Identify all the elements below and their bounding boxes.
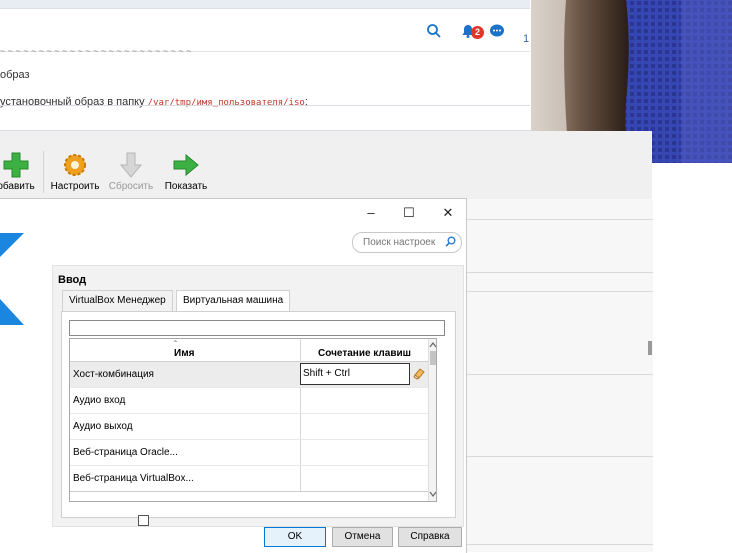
article-line-1: образ	[0, 69, 30, 81]
filter-input[interactable]	[69, 320, 445, 336]
add-button[interactable]: обавить	[0, 151, 38, 192]
settings-search[interactable]	[352, 232, 462, 253]
help-button[interactable]: Справка	[398, 527, 462, 547]
group-title: Ввод	[58, 274, 87, 286]
row-name: Аудио выход	[73, 421, 133, 432]
arrow-right-icon	[172, 151, 200, 179]
vbox-logo-icon	[0, 233, 24, 325]
gear-icon	[61, 151, 89, 179]
toolbar-separator	[43, 151, 44, 193]
column-name[interactable]: Имя	[174, 348, 194, 359]
add-label: обавить	[0, 181, 35, 192]
column-shortcut[interactable]: Сочетание клавиш	[318, 348, 411, 359]
notification-badge: 2	[471, 26, 484, 39]
panel-divider	[467, 272, 653, 273]
table-row[interactable]: Аудио вход	[70, 388, 428, 414]
eraser-icon[interactable]	[413, 367, 426, 383]
article-line-2: установочный образ в папку /var/tmp/имя_…	[0, 96, 308, 108]
panel-divider	[467, 456, 653, 457]
maximize-icon[interactable]: ☐	[398, 203, 420, 223]
scrollbar-thumb[interactable]	[430, 351, 436, 365]
table-scrollbar[interactable]	[428, 339, 437, 501]
tab-virtualbox-manager[interactable]: VirtualBox Менеджер	[62, 290, 173, 311]
table-row[interactable]: Веб-страница Oracle...	[70, 440, 428, 466]
dialog-titlebar[interactable]: – ☐ ✕	[0, 199, 466, 227]
shortcuts-table: ˆ Имя Сочетание клавиш Хост-комбинация А…	[69, 338, 437, 502]
arrow-down-icon	[117, 151, 145, 179]
input-settings-group: Ввод VirtualBox Менеджер Виртуальная маш…	[52, 265, 464, 527]
plus-icon	[2, 151, 30, 179]
shortcut-editor[interactable]: Shift + Ctrl	[300, 363, 410, 385]
search-icon	[445, 236, 456, 250]
panel-divider	[467, 219, 653, 220]
table-row[interactable]: Веб-страница VirtualBox...	[70, 466, 428, 492]
settings-button[interactable]: Настроить	[50, 151, 100, 192]
scrollbar-thumb[interactable]	[648, 341, 652, 355]
cancel-button[interactable]: Отмена	[332, 527, 393, 547]
reset-label: Сбросить	[108, 181, 154, 192]
table-header: ˆ Имя Сочетание клавиш	[70, 339, 436, 362]
settings-label: Настроить	[50, 181, 100, 192]
divider	[0, 105, 530, 106]
reset-button[interactable]: Сбросить	[107, 151, 155, 192]
checkbox[interactable]	[138, 515, 149, 526]
panel-divider	[467, 291, 653, 292]
ok-button[interactable]: OK	[264, 527, 326, 547]
row-name: Хост-комбинация	[73, 369, 154, 380]
table-bottom-edge	[70, 491, 428, 501]
article-line-2-end: :	[304, 96, 308, 108]
shortcuts-panel: ˆ Имя Сочетание клавиш Хост-комбинация А…	[61, 311, 456, 518]
cut-text-line: ~ ~ ~ ~ ~ ~ ~ ~ ~ ~ ~ ~ ~ ~ ~ ~ ~ ~ ~ ~ …	[0, 46, 192, 55]
search-input[interactable]	[361, 234, 445, 251]
show-button[interactable]: Показать	[163, 151, 209, 192]
settings-dialog: – ☐ ✕ Ввод VirtualBox Менеджер Виртуальн…	[0, 198, 467, 553]
article-line-2-text: установочный образ в папку	[0, 96, 148, 108]
scroll-up-icon[interactable]	[429, 341, 437, 349]
scroll-down-icon[interactable]	[429, 490, 437, 498]
show-label: Показать	[164, 181, 208, 192]
row-name: Веб-страница Oracle...	[73, 447, 178, 458]
chat-icon[interactable]	[489, 23, 505, 39]
row-name: Аудио вход	[73, 395, 126, 406]
shortcut-value: Shift + Ctrl	[303, 368, 350, 379]
close-icon[interactable]: ✕	[437, 203, 459, 223]
row-name: Веб-страница VirtualBox...	[73, 473, 194, 484]
tab-virtual-machine[interactable]: Виртуальная машина	[176, 290, 291, 312]
panel-divider	[467, 544, 653, 545]
minimize-icon[interactable]: –	[360, 203, 382, 223]
article-path-code: /var/tmp/имя_пользователя/iso	[147, 98, 305, 108]
panel-divider	[467, 374, 653, 375]
search-icon[interactable]	[426, 23, 442, 39]
details-panel	[466, 199, 653, 552]
header-count: 1	[523, 33, 530, 45]
table-row[interactable]: Аудио выход	[70, 414, 428, 440]
browser-strip	[0, 0, 530, 9]
